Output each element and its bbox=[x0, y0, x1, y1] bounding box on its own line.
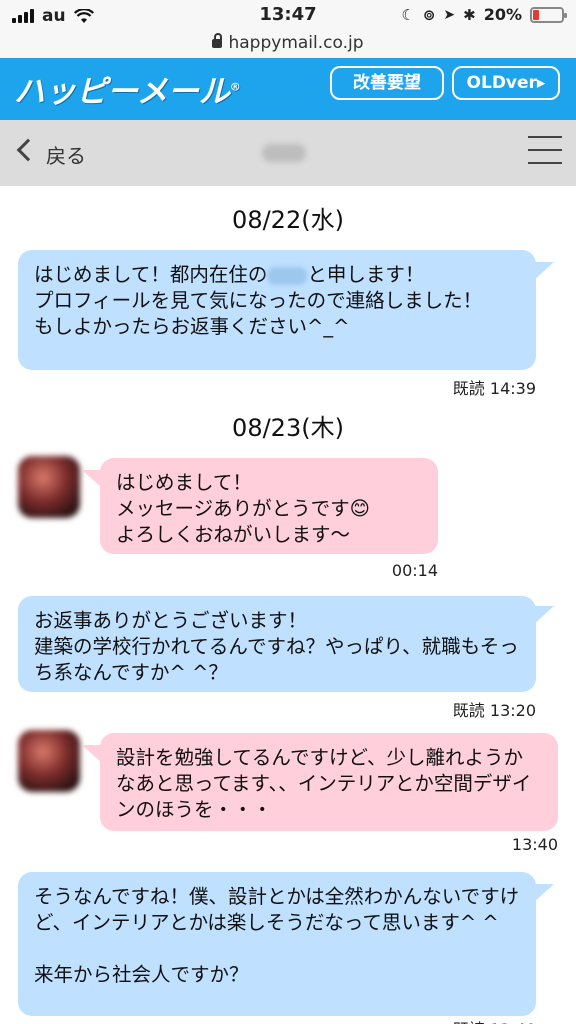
message-meta: 13:40 bbox=[511, 835, 558, 854]
site-header: ハッピーメール® 改善要望 OLDver▸ bbox=[0, 58, 576, 120]
logo-text: ハッピーメール bbox=[14, 74, 230, 110]
message-meta: 既読 13:20 bbox=[452, 701, 536, 720]
message-incoming: 設計を勉強してるんですけど、少し離れようかなあと思ってます、、インテリアとか空間… bbox=[100, 733, 558, 831]
date-separator: 08/23(木) bbox=[232, 414, 344, 442]
partner-avatar[interactable] bbox=[18, 456, 80, 518]
back-chevron-icon[interactable] bbox=[16, 138, 40, 162]
battery-fill bbox=[533, 9, 539, 20]
sender-name-blurred bbox=[267, 266, 308, 285]
old-version-button[interactable]: OLDver▸ bbox=[452, 66, 560, 100]
message-outgoing: そうなんですね！僕、設計とかは全然わかんないですけど、インテリアとかは楽しそうだ… bbox=[18, 872, 536, 1016]
message-outgoing: はじめまして！都内在住の と申します！ プロフィールを見て気になったので連絡しまし… bbox=[18, 250, 536, 370]
bubble-tail bbox=[534, 262, 554, 280]
partner-name-blurred bbox=[262, 144, 306, 162]
bubble-tail bbox=[534, 606, 554, 624]
url-text: happymail.co.jp bbox=[228, 33, 364, 53]
bubble-tail bbox=[534, 884, 554, 902]
message-meta: 既読 14:39 bbox=[452, 379, 536, 398]
bubble-tail bbox=[82, 745, 102, 763]
bluetooth-icon: ✱ bbox=[463, 5, 476, 24]
site-logo[interactable]: ハッピーメール® bbox=[14, 66, 241, 111]
message-incoming: はじめまして！ メッセージありがとうです😊 よろしくおねがいします〜 bbox=[100, 458, 438, 554]
message-meta: 既読 13:40 bbox=[336, 1016, 536, 1024]
status-bar: au 13:47 ☾ ⊚ ➤ ✱ 20% bbox=[0, 0, 576, 30]
back-button[interactable]: 戻る bbox=[46, 140, 86, 169]
battery-percent: 20% bbox=[483, 5, 522, 24]
status-right: ☾ ⊚ ➤ ✱ 20% bbox=[401, 5, 567, 24]
message-outgoing: お返事ありがとうございます！ 建築の学校行かれてるんですね？やっぱり、就職もそっ… bbox=[18, 596, 536, 692]
improvement-request-button[interactable]: 改善要望 bbox=[330, 66, 444, 100]
hamburger-menu-icon[interactable] bbox=[528, 136, 562, 168]
partner-avatar[interactable] bbox=[18, 730, 80, 792]
chat-nav-bar: 戻る bbox=[0, 120, 576, 186]
moon-icon: ☾ bbox=[401, 5, 415, 24]
lock-icon bbox=[212, 33, 223, 48]
location-icon: ➤ bbox=[443, 6, 456, 23]
url-bar[interactable]: happymail.co.jp bbox=[0, 30, 576, 58]
battery-icon bbox=[530, 6, 567, 23]
message-text: はじめまして！都内在住の bbox=[34, 263, 268, 286]
message-meta: 00:14 bbox=[391, 561, 438, 580]
rotation-lock-icon: ⊚ bbox=[422, 5, 436, 24]
bubble-tail bbox=[82, 470, 102, 488]
date-separator: 08/22(水) bbox=[232, 206, 344, 234]
